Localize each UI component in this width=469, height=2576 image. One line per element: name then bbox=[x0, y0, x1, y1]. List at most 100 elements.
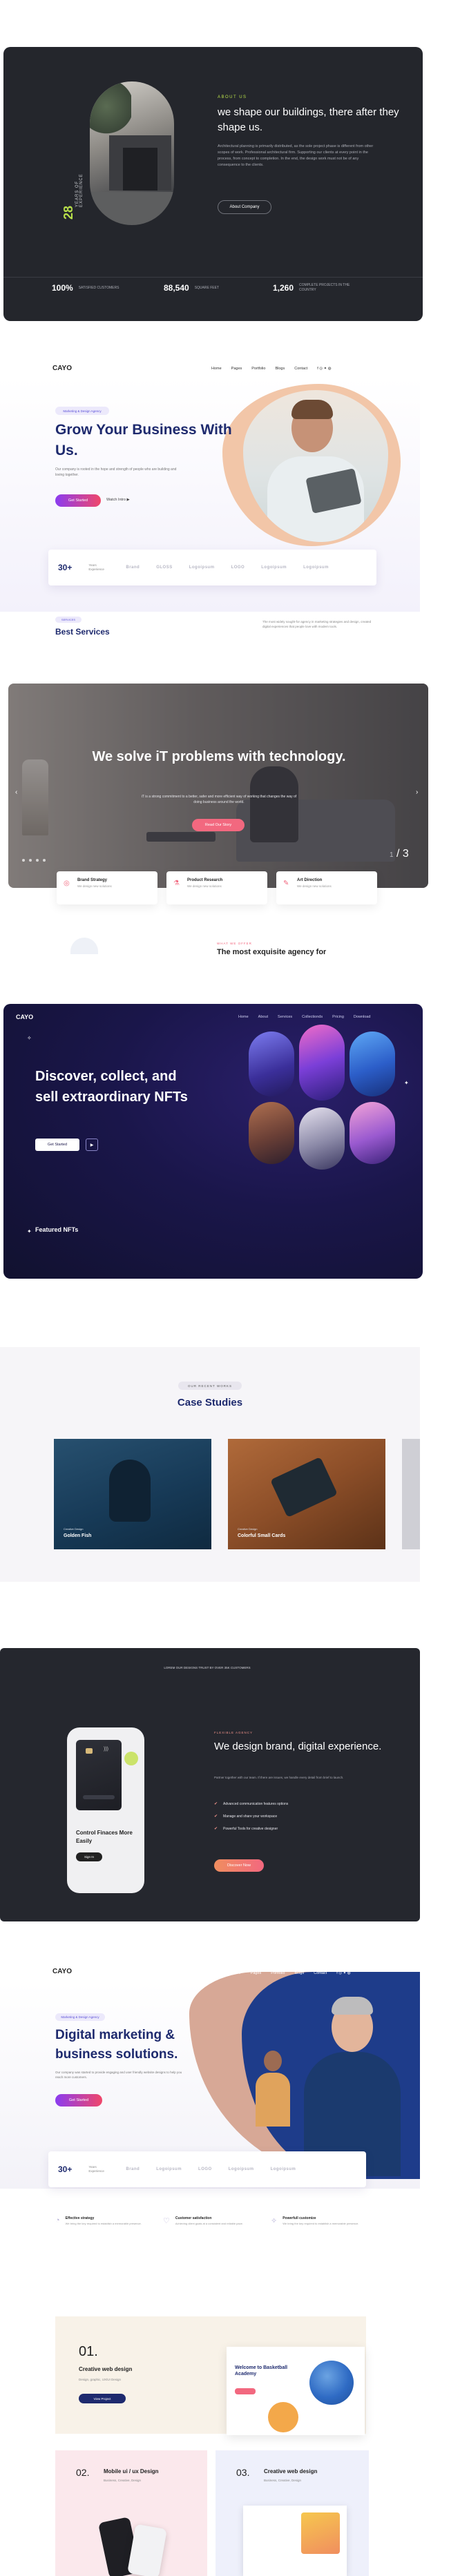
play-button[interactable]: ▶ bbox=[86, 1139, 98, 1151]
watch-intro-link[interactable]: Watch Intro ▶ bbox=[106, 498, 130, 502]
nav-item[interactable]: Pages bbox=[231, 367, 242, 371]
sparkle-icon: ✦ bbox=[27, 1228, 32, 1234]
nav-item[interactable]: Pricing bbox=[332, 1015, 344, 1019]
project-number: 02. bbox=[76, 2467, 90, 2478]
nft-card[interactable] bbox=[249, 1032, 294, 1096]
card-desc: We design new solutions bbox=[77, 884, 112, 888]
creative-section: 01. Creative web design Design, graphic,… bbox=[0, 2316, 420, 2576]
about-company-button[interactable]: About Company bbox=[218, 200, 271, 214]
target-icon: ◎ bbox=[64, 880, 70, 887]
slider-paragraph: iT is a strong commitment to a better, s… bbox=[141, 795, 297, 804]
about-paragraph: Architectural planning is primarily dist… bbox=[218, 144, 374, 167]
nft-section: CAYO Home About Services Collectionds Pr… bbox=[3, 1004, 423, 1279]
get-started-button[interactable]: Get Started bbox=[55, 2094, 102, 2107]
nft-card[interactable] bbox=[299, 1025, 345, 1101]
nft-card[interactable] bbox=[350, 1032, 395, 1096]
brand-logo: Logoipsum bbox=[303, 565, 329, 570]
experience-number: 30+ bbox=[58, 2165, 73, 2174]
player-shape bbox=[268, 2402, 298, 2432]
stat-label: SATISFIED CUSTOMERS bbox=[78, 285, 119, 290]
feature-label: Manage and share your workspace bbox=[223, 1814, 278, 1819]
brand-heading: We design brand, digital experience. bbox=[214, 1741, 382, 1752]
case-card[interactable]: Creative Design Colorful Small Cards bbox=[228, 1439, 385, 1549]
experience-label: Years Experience bbox=[88, 563, 104, 571]
nft-card[interactable] bbox=[299, 1107, 345, 1170]
nft-card[interactable] bbox=[249, 1102, 294, 1164]
nav-item[interactable]: Collectionds bbox=[302, 1015, 323, 1019]
card-title: Control Finaces More Easily bbox=[76, 1830, 133, 1844]
project-card[interactable]: 02. Mobile ui / ux Design Business, Crea… bbox=[55, 2450, 207, 2576]
case-eyebrow: OUR RECENT WORKS bbox=[178, 1382, 242, 1390]
play-icon: ▶ bbox=[126, 498, 130, 502]
strategy-icon: ◔ bbox=[55, 2216, 60, 2225]
stat-label: COMPLETE PROJECTS IN THE COUNTRY bbox=[299, 283, 350, 292]
preview-title: Welcome to Basketball Academy bbox=[235, 2365, 288, 2376]
brand-logo: Logoipsum bbox=[228, 2167, 254, 2171]
logo[interactable]: CAYO bbox=[16, 1014, 33, 1020]
stat-item: 1,260 COMPLETE PROJECTS IN THE COUNTRY bbox=[273, 283, 354, 293]
hero-heading: Digital marketing & business solutions. bbox=[55, 2028, 178, 2062]
project-title: Mobile ui / ux Design bbox=[104, 2468, 159, 2475]
service-card[interactable]: ◎ Brand Strategy We design new solutions bbox=[57, 871, 157, 904]
feature-item: ✔ Manage and share your workspace bbox=[214, 1814, 277, 1819]
nav-item[interactable]: Download bbox=[354, 1015, 370, 1019]
slider-section: We solve iT problems with technology. iT… bbox=[8, 684, 428, 960]
service-card[interactable]: ✎ Art Direction We design new solutions bbox=[276, 871, 377, 904]
nav-item[interactable]: Home bbox=[231, 1971, 241, 1975]
project-title: Creative web design bbox=[264, 2468, 318, 2475]
nav-item[interactable]: About bbox=[258, 1015, 268, 1019]
logo[interactable]: CAYO bbox=[52, 1968, 72, 1975]
feature-item: ♡ Customer satisfaction Achieving client … bbox=[163, 2216, 267, 2226]
nav-item[interactable]: Home bbox=[211, 367, 222, 371]
read-story-button[interactable]: Read Our Story bbox=[192, 819, 245, 831]
stat-number: 100% bbox=[52, 283, 73, 293]
business-section: CAYO Home Pages Portfolio Blogs Contact … bbox=[0, 353, 420, 643]
brand-logo: Logoipsum bbox=[189, 565, 215, 570]
experience-label: Years Experience bbox=[88, 2165, 104, 2173]
service-card[interactable]: ⚗ Product Research We design new solutio… bbox=[166, 871, 267, 904]
years-label: YEARS OF EXPERIENCE bbox=[75, 173, 84, 207]
stat-number: 1,260 bbox=[273, 283, 294, 293]
stat-label: SQUARE FEET bbox=[194, 285, 219, 290]
main-nav: Home Pages Portfolio Blogs Contact f ◎ ✦… bbox=[231, 1971, 351, 1975]
nav-item[interactable]: Portfolio bbox=[271, 1971, 285, 1975]
decorative-shape bbox=[70, 938, 98, 954]
nav-item[interactable]: Home bbox=[238, 1015, 249, 1019]
view-project-button[interactable]: View Project bbox=[79, 2394, 126, 2403]
get-started-button[interactable]: Get Started bbox=[55, 494, 101, 507]
about-heading: we shape our buildings, there after they… bbox=[218, 106, 399, 133]
main-nav: Home Pages Portfolio Blogs Contact f ◎ ✦… bbox=[211, 367, 332, 371]
experience-number: 30+ bbox=[58, 563, 73, 572]
nav-item[interactable]: Pages bbox=[251, 1971, 262, 1975]
discover-button[interactable]: Discover Now bbox=[214, 1859, 264, 1872]
next-arrow-icon[interactable]: › bbox=[416, 788, 418, 796]
prev-arrow-icon[interactable]: ‹ bbox=[15, 788, 17, 796]
logo[interactable]: CAYO bbox=[52, 365, 72, 372]
feature-title: Effective strategy bbox=[65, 2216, 95, 2220]
nav-item[interactable]: Blogs bbox=[294, 1971, 304, 1975]
social-icons[interactable]: f ◎ ✦ ◍ bbox=[317, 367, 331, 371]
nav-item[interactable]: Portfolio bbox=[251, 367, 265, 371]
feature-desc: We bring the key required to establish a… bbox=[283, 2222, 359, 2225]
website-preview bbox=[243, 2506, 347, 2576]
project-card[interactable]: 01. Creative web design Design, graphic,… bbox=[55, 2316, 366, 2435]
brand-logo: LOGO bbox=[198, 2167, 212, 2171]
case-category: Creative Design bbox=[64, 1527, 84, 1531]
get-started-button[interactable]: Get Started bbox=[35, 1139, 79, 1151]
feature-label: Powerful Tools for creative designer bbox=[223, 1826, 278, 1831]
social-icons[interactable]: f ◎ ✦ ◍ bbox=[336, 1971, 350, 1975]
project-card[interactable]: 03. Creative web design Business, Creati… bbox=[216, 2450, 369, 2576]
agency-badge: Marketing & Design Agency bbox=[55, 2013, 105, 2021]
watch-intro-label: Watch Intro bbox=[106, 498, 126, 502]
nav-item[interactable]: Services bbox=[278, 1015, 292, 1019]
nft-card[interactable] bbox=[350, 1102, 395, 1164]
sign-in-button[interactable]: Sign In bbox=[76, 1852, 102, 1861]
nav-item[interactable]: Contact bbox=[294, 367, 307, 371]
case-card-partial[interactable] bbox=[402, 1439, 420, 1549]
nav-item[interactable]: Contact bbox=[314, 1971, 327, 1975]
building-window bbox=[123, 148, 157, 191]
nav-item[interactable]: Blogs bbox=[275, 367, 285, 371]
project-number: 03. bbox=[236, 2467, 250, 2478]
slider-dots[interactable] bbox=[22, 859, 46, 862]
case-card[interactable]: Creative Design Golden Fish bbox=[54, 1439, 211, 1549]
